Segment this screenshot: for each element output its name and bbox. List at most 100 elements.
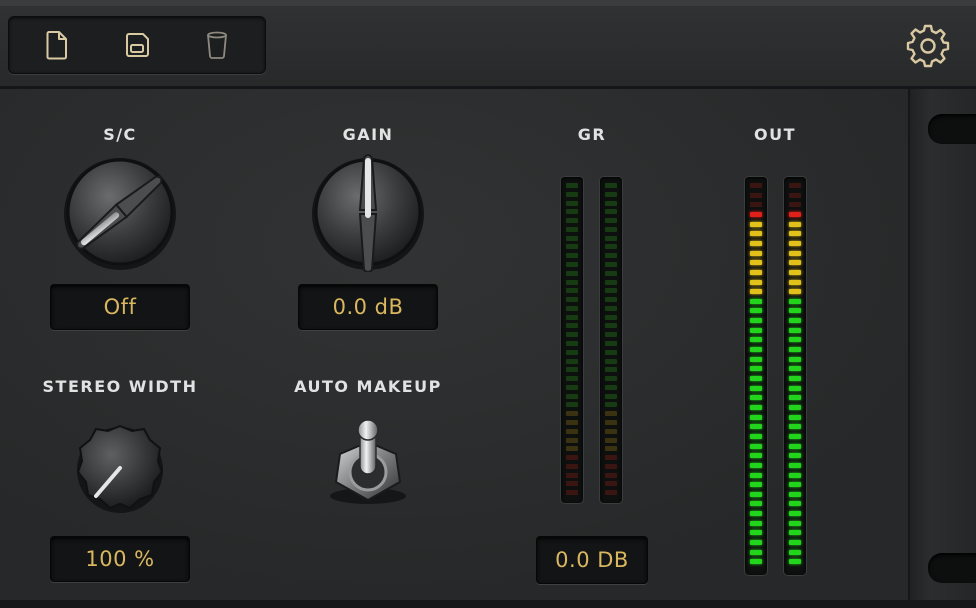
meter-segment <box>566 262 578 267</box>
meter-segment <box>605 218 617 224</box>
meter-segment <box>566 376 578 382</box>
meter-segment <box>789 491 801 497</box>
meter-segment <box>750 269 762 275</box>
meter-segment <box>605 428 617 434</box>
meter-segment <box>566 226 578 232</box>
gain-label: GAIN <box>342 125 394 144</box>
rack-rail <box>908 89 976 608</box>
gear-icon <box>906 24 950 68</box>
meter-segment <box>566 446 578 452</box>
delete-preset-button[interactable] <box>199 27 235 63</box>
meter-segment <box>605 455 617 461</box>
meter-segment <box>605 472 617 478</box>
meter-segment <box>789 414 801 420</box>
meter-segment <box>750 491 762 497</box>
meter-segment <box>750 549 762 555</box>
meter-segment <box>750 318 762 324</box>
meter-segment <box>789 202 801 208</box>
meter-segment <box>566 384 578 390</box>
meter-segment <box>789 356 801 362</box>
meter-segment <box>566 297 578 303</box>
meter-segment <box>566 437 578 443</box>
meter-segment <box>566 332 578 338</box>
meter-segment <box>750 221 762 227</box>
gr-meter-left <box>561 177 583 503</box>
meter-segment <box>566 218 578 224</box>
settings-button[interactable] <box>904 22 952 70</box>
save-icon <box>126 33 149 57</box>
meter-segment <box>789 501 801 507</box>
stereo-width-knob[interactable] <box>74 422 166 514</box>
auto-makeup-toggle[interactable] <box>326 416 410 506</box>
meter-segment <box>566 490 578 496</box>
meter-segment <box>789 211 801 217</box>
meter-segment <box>750 501 762 507</box>
meter-segment <box>789 327 801 333</box>
meter-segment <box>566 244 578 250</box>
meter-segment <box>750 482 762 488</box>
rack-slot-bottom <box>928 553 976 583</box>
meter-segment <box>789 337 801 343</box>
meter-segment <box>789 482 801 488</box>
meter-segment <box>605 314 617 320</box>
gain-value[interactable]: 0.0 dB <box>298 284 438 330</box>
meter-segment <box>789 279 801 285</box>
meter-segment <box>789 404 801 410</box>
meter-segment <box>605 402 617 408</box>
sidechain-value[interactable]: Off <box>50 284 190 330</box>
meter-segment <box>750 183 762 188</box>
meter-segment <box>605 297 617 303</box>
meter-segment <box>605 183 617 188</box>
meter-segment <box>750 192 762 198</box>
new-preset-button[interactable] <box>39 27 75 63</box>
meter-segment <box>605 481 617 487</box>
out-meter-right <box>784 177 806 575</box>
meter-segment <box>789 424 801 430</box>
meter-segment <box>789 347 801 353</box>
meter-segment <box>605 253 617 259</box>
meter-segment <box>789 472 801 478</box>
meter-segment <box>605 235 617 241</box>
meter-segment <box>605 490 617 496</box>
meter-segment <box>789 240 801 246</box>
meter-segment <box>750 376 762 381</box>
stereo-width-value[interactable]: 100 % <box>50 536 190 582</box>
meter-segment <box>566 472 578 478</box>
meter-segment <box>566 279 578 285</box>
meter-segment <box>566 455 578 461</box>
meter-segment <box>789 260 801 266</box>
meter-segment <box>605 376 617 382</box>
meter-segment <box>750 395 762 401</box>
meter-segment <box>605 323 617 329</box>
meter-segment <box>605 244 617 250</box>
meter-segment <box>789 366 801 372</box>
meter-segment <box>789 549 801 555</box>
meter-segment <box>605 270 617 276</box>
save-preset-button[interactable] <box>119 27 155 63</box>
meter-segment <box>789 318 801 324</box>
meter-segment <box>605 420 617 425</box>
meter-segment <box>566 270 578 276</box>
gr-meter-right <box>600 177 622 503</box>
meter-segment <box>605 209 617 215</box>
meter-segment <box>566 367 578 373</box>
meter-segment <box>566 358 578 364</box>
meter-segment <box>605 200 617 206</box>
meter-segment <box>789 453 801 459</box>
meter-segment <box>605 463 617 469</box>
meter-segment <box>566 235 578 241</box>
meter-segment <box>566 349 578 355</box>
meter-segment <box>566 314 578 320</box>
meter-segment <box>789 298 801 304</box>
sidechain-knob[interactable] <box>60 152 180 272</box>
meter-segment <box>750 298 762 304</box>
gain-knob[interactable] <box>308 152 428 272</box>
meter-segment <box>566 183 578 188</box>
meter-segment <box>566 253 578 259</box>
meter-segment <box>750 404 762 410</box>
meter-segment <box>605 332 617 338</box>
meter-segment <box>605 446 617 452</box>
stereo-width-label: STEREO WIDTH <box>42 377 198 396</box>
meter-segment <box>789 376 801 381</box>
meter-segment <box>566 200 578 206</box>
